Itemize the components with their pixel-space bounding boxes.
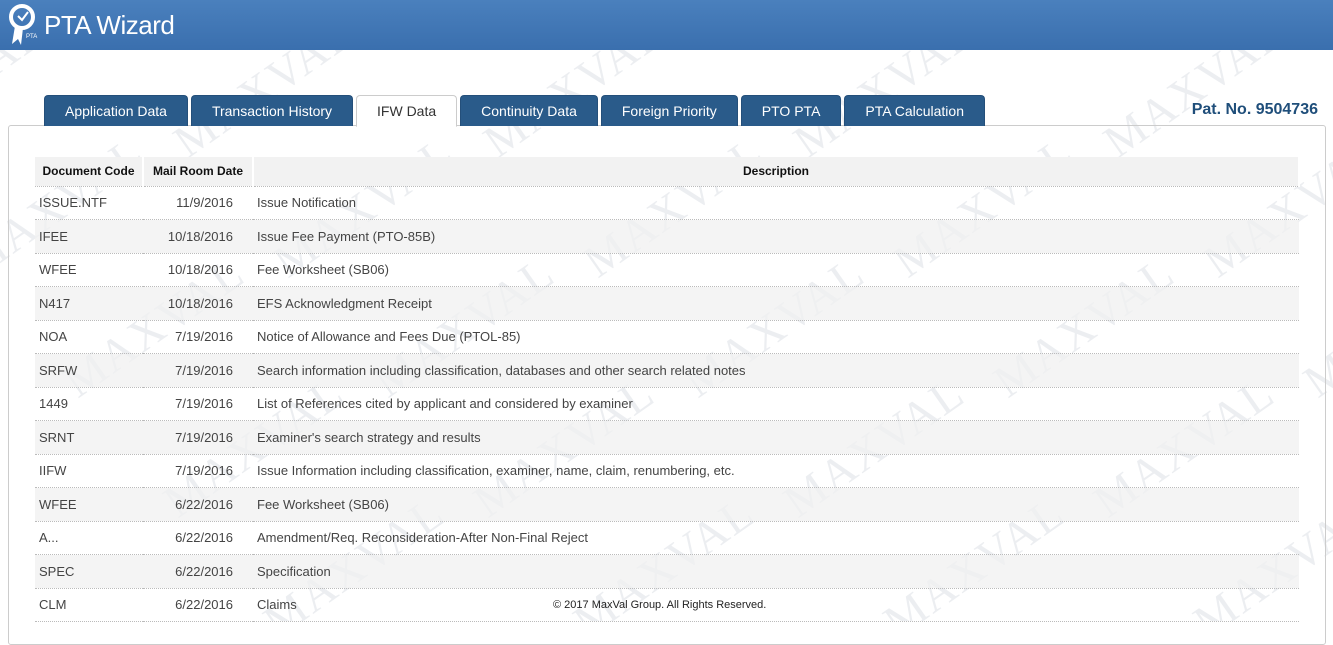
cell-desc: Search information including classificat…: [253, 353, 1299, 388]
cell-desc: List of References cited by applicant an…: [253, 387, 1299, 421]
cell-desc: Claims: [253, 588, 1299, 622]
cell-date: 10/18/2016: [143, 253, 253, 287]
cell-desc: Specification: [253, 554, 1299, 589]
cell-desc: Issue Fee Payment (PTO-85B): [253, 219, 1299, 254]
tab-foreign-priority[interactable]: Foreign Priority: [600, 95, 738, 126]
tab-continuity-data[interactable]: Continuity Data: [460, 95, 598, 126]
tab-pto-pta[interactable]: PTO PTA: [740, 95, 842, 126]
cell-code: WFEE: [35, 487, 143, 522]
ribbon-logo-icon: PTA: [9, 4, 37, 45]
cell-date: 10/18/2016: [143, 286, 253, 321]
cell-date: 7/19/2016: [143, 454, 253, 488]
ifw-table: Document Code Mail Room Date Description…: [35, 157, 1300, 622]
cell-code: IFEE: [35, 219, 143, 254]
table-row[interactable]: NOA 7/19/2016 Notice of Allowance and Fees…: [35, 320, 1299, 354]
patent-number: Pat. No. 9504736: [1191, 101, 1318, 118]
table-row[interactable]: SPEC 6/22/2016 Specification: [35, 554, 1299, 589]
column-header-mail-room-date[interactable]: Mail Room Date: [143, 157, 254, 187]
table-row[interactable]: IFEE 10/18/2016 Issue Fee Payment (PTO-85B…: [35, 219, 1299, 254]
column-header-description[interactable]: Description: [253, 157, 1300, 187]
table-row[interactable]: SRNT 7/19/2016 Examiner's search strategy …: [35, 420, 1299, 455]
cell-code: WFEE: [35, 253, 143, 287]
table-row[interactable]: SRFW 7/19/2016 Search information includin…: [35, 353, 1299, 388]
cell-code: SPEC: [35, 554, 143, 589]
cell-code: 1449: [35, 387, 143, 421]
cell-code: CLM: [35, 588, 143, 622]
tab-ifw-data[interactable]: IFW Data: [356, 95, 458, 127]
copyright: © 2017 MaxVal Group. All Rights Reserved…: [553, 599, 767, 611]
cell-date: 6/22/2016: [143, 521, 253, 555]
table-row[interactable]: ISSUE.NTF 11/9/2016 Issue Notification: [35, 186, 1299, 220]
cell-date: 7/19/2016: [143, 320, 253, 354]
cell-code: NOA: [35, 320, 143, 354]
table-row[interactable]: WFEE 6/22/2016 Fee Worksheet (SB06): [35, 487, 1299, 522]
cell-desc: Fee Worksheet (SB06): [253, 253, 1299, 287]
svg-text:PTA: PTA: [26, 34, 37, 40]
tab-bar: Application Data Transaction History IFW D…: [44, 95, 985, 127]
table-row[interactable]: WFEE 10/18/2016 Fee Worksheet (SB06): [35, 253, 1299, 287]
cell-desc: Examiner's search strategy and results: [253, 420, 1299, 455]
cell-desc: EFS Acknowledgment Receipt: [253, 286, 1299, 321]
cell-date: 11/9/2016: [143, 186, 253, 220]
cell-desc: Notice of Allowance and Fees Due (PTOL-8…: [253, 320, 1299, 354]
table-row[interactable]: IIFW 7/19/2016 Issue Information including…: [35, 454, 1299, 488]
cell-date: 6/22/2016: [143, 554, 253, 589]
cell-date: 10/18/2016: [143, 219, 253, 254]
header-bar: PTA PTA Wizard: [0, 0, 1333, 50]
cell-code: A...: [35, 521, 143, 555]
cell-desc: Amendment/Req. Reconsideration-After Non…: [253, 521, 1299, 555]
table-row[interactable]: A... 6/22/2016 Amendment/Req. Reconsiderat…: [35, 521, 1299, 555]
cell-desc: Issue Notification: [253, 186, 1299, 220]
app-title: PTA Wizard: [44, 9, 175, 40]
cell-code: SRNT: [35, 420, 143, 455]
cell-desc: Fee Worksheet (SB06): [253, 487, 1299, 522]
cell-desc: Issue Information including classificati…: [253, 454, 1299, 488]
cell-date: 7/19/2016: [143, 353, 253, 388]
table-row[interactable]: N417 10/18/2016 EFS Acknowledgment Receipt: [35, 286, 1299, 321]
cell-code: ISSUE.NTF: [35, 186, 143, 220]
cell-date: 6/22/2016: [143, 487, 253, 522]
table-header-row: Document Code Mail Room Date Description: [35, 157, 1300, 187]
tab-application-data[interactable]: Application Data: [44, 95, 188, 126]
cell-date: 7/19/2016: [143, 420, 253, 455]
cell-date: 7/19/2016: [143, 387, 253, 421]
cell-code: N417: [35, 286, 143, 321]
cell-date: 6/22/2016: [143, 588, 253, 622]
tab-pta-calculation[interactable]: PTA Calculation: [844, 95, 985, 126]
table-row[interactable]: 1449 7/19/2016 List of References cited by…: [35, 387, 1299, 421]
tab-transaction-history[interactable]: Transaction History: [190, 95, 354, 126]
cell-code: IIFW: [35, 454, 143, 488]
cell-code: SRFW: [35, 353, 143, 388]
column-header-document-code[interactable]: Document Code: [35, 157, 144, 187]
